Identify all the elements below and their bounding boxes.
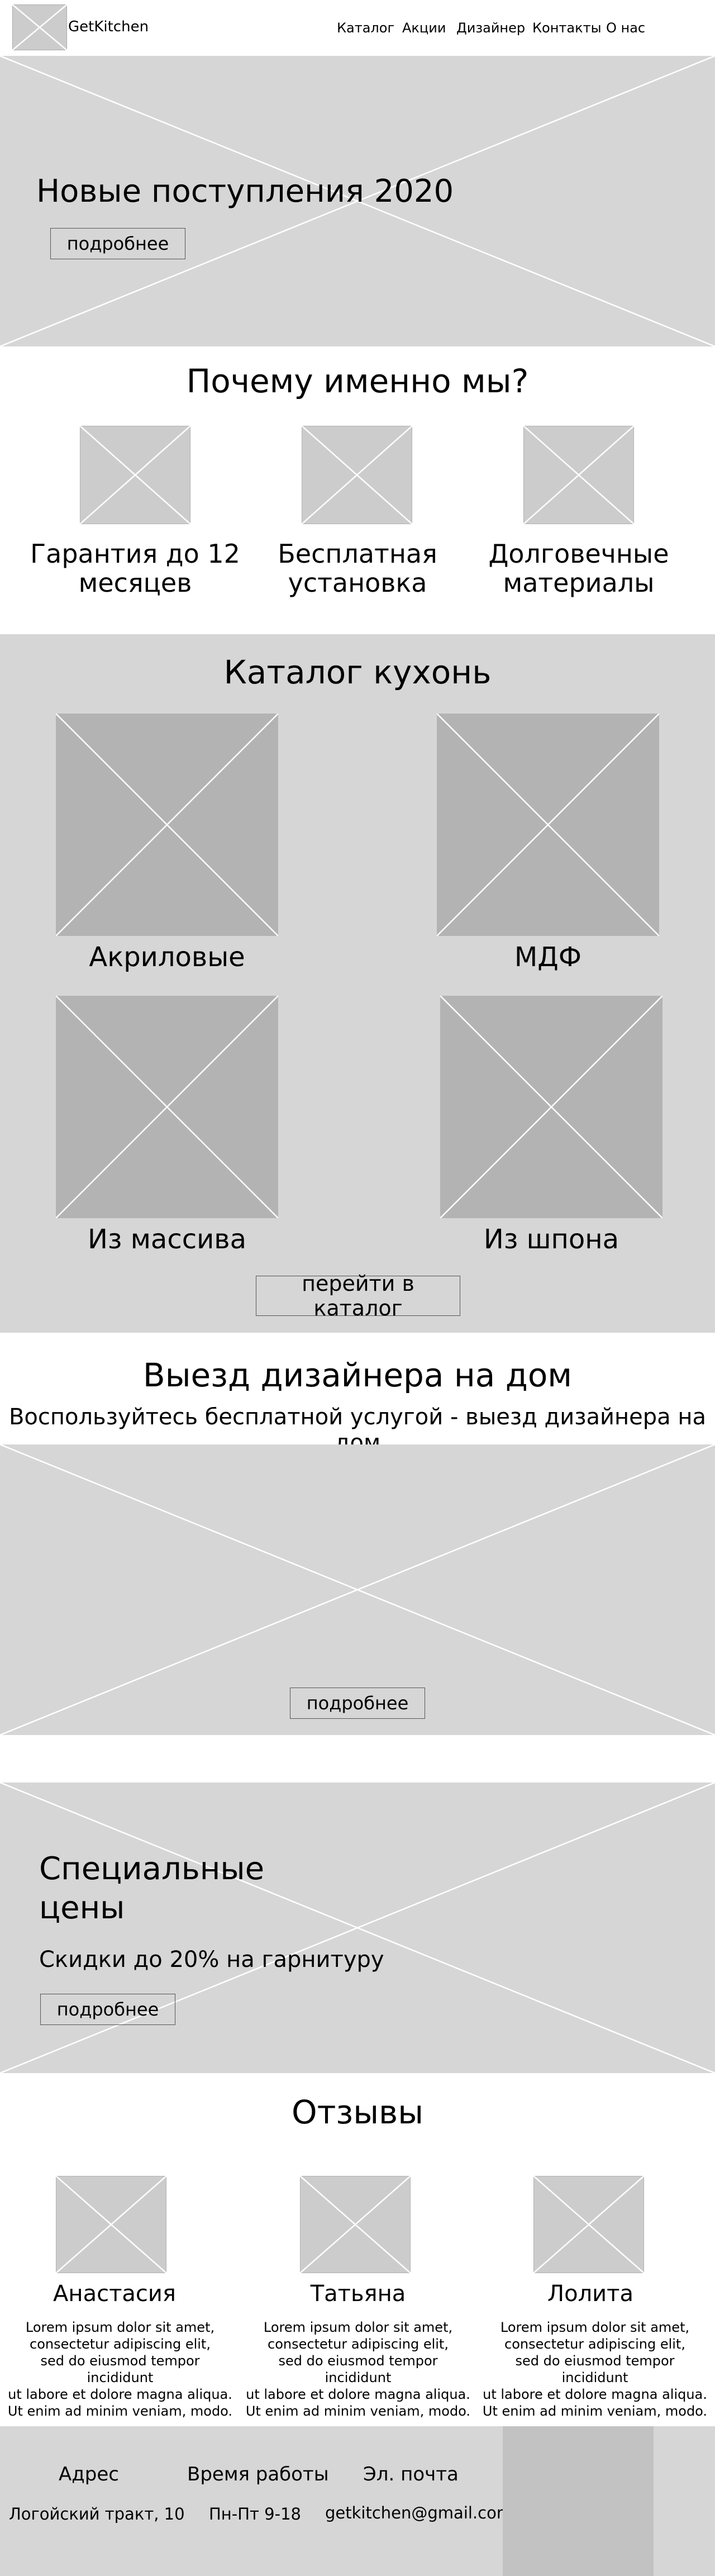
footer-hours-label: Время работы bbox=[187, 2463, 329, 2485]
special-more-button[interactable]: подробнее bbox=[40, 1994, 175, 2025]
special-prices-banner: Специальные цены Скидки до 20% на гарнит… bbox=[0, 1783, 715, 2073]
catalog-veneer-label[interactable]: Из шпона bbox=[440, 1224, 662, 1255]
designer-more-button[interactable]: подробнее bbox=[290, 1688, 425, 1719]
review-text-line: Lorem ipsum dolor sit amet, bbox=[263, 2320, 453, 2335]
review-text-line: sed do eiusmod tempor incididunt bbox=[515, 2353, 675, 2385]
hero-more-button[interactable]: подробнее bbox=[50, 228, 185, 259]
review-text-line: Ut enim ad minim veniam, modo. bbox=[245, 2403, 471, 2419]
catalog-solid-wood-image[interactable] bbox=[56, 996, 278, 1218]
review-text-line: Ut enim ad minim veniam, modo. bbox=[482, 2403, 708, 2419]
feature-warranty-label: Гарантия до 12 месяцев bbox=[25, 539, 246, 597]
nav-link-about[interactable]: О нас bbox=[606, 20, 645, 36]
review-tatiana-text: Lorem ipsum dolor sit amet, consectetur … bbox=[244, 2319, 473, 2420]
reviews-title: Отзывы bbox=[291, 2093, 424, 2131]
footer-map-placeholder[interactable] bbox=[503, 2426, 654, 2576]
nav-link-catalog[interactable]: Каталог bbox=[337, 20, 394, 36]
review-text-line: sed do eiusmod tempor incididunt bbox=[278, 2353, 438, 2385]
catalog-solid-wood-label[interactable]: Из массива bbox=[56, 1224, 278, 1255]
feature-installation-image bbox=[302, 426, 412, 524]
catalog-acrylic-image[interactable] bbox=[56, 714, 278, 936]
feature-warranty-line1: Гарантия до 12 bbox=[30, 539, 240, 569]
footer: Адрес Логойский тракт, 10 Время работы П… bbox=[0, 2426, 715, 2576]
review-text-line: Lorem ipsum dolor sit amet, bbox=[500, 2320, 690, 2335]
reviews-section: Отзывы Анастасия Lorem ipsum dolor sit a… bbox=[0, 2073, 715, 2426]
reviewer-anastasia-photo bbox=[56, 2176, 166, 2273]
feature-materials-line2: материалы bbox=[503, 568, 655, 598]
feature-warranty-image bbox=[80, 426, 190, 524]
nav-link-designer[interactable]: Дизайнер bbox=[456, 20, 525, 36]
hero-banner: Новые поступления 2020 подробнее bbox=[0, 56, 715, 346]
review-text-line: ut labore et dolore magna aliqua. bbox=[8, 2387, 232, 2402]
footer-email[interactable]: getkitchen@gmail.com bbox=[325, 2503, 512, 2522]
catalog-mdf-label[interactable]: МДФ bbox=[437, 942, 659, 973]
review-text-line: consectetur adipiscing elit, bbox=[30, 2336, 211, 2352]
section-spacer bbox=[0, 1735, 715, 1783]
feature-materials-image bbox=[523, 426, 634, 524]
reviewer-lolita-name: Лолита bbox=[547, 2281, 633, 2307]
brand-name[interactable]: GetKitchen bbox=[68, 18, 149, 35]
review-text-line: ut labore et dolore magna aliqua. bbox=[483, 2387, 707, 2402]
designer-section-header: Выезд дизайнера на дом Воспользуйтесь бе… bbox=[0, 1333, 715, 1444]
nav-link-promotions[interactable]: Акции bbox=[402, 20, 446, 36]
reviewer-tatiana-photo bbox=[300, 2176, 411, 2273]
designer-subtitle: Воспользуйтесь бесплатной услугой - выез… bbox=[8, 1404, 707, 1444]
review-text-line: consectetur adipiscing elit, bbox=[268, 2336, 449, 2352]
review-text-line: Lorem ipsum dolor sit amet, bbox=[25, 2320, 215, 2335]
feature-installation-label: Бесплатная установка bbox=[246, 539, 469, 597]
why-us-title: Почему именно мы? bbox=[186, 362, 529, 400]
special-subtitle: Скидки до 20% на гарнитуру bbox=[39, 1947, 384, 1973]
special-title: Специальные цены bbox=[39, 1850, 264, 1928]
reviewer-anastasia-name: Анастасия bbox=[53, 2281, 176, 2307]
feature-materials-label: Долговечные материалы bbox=[467, 539, 690, 597]
review-text-line: Ut enim ad minim veniam, modo. bbox=[7, 2403, 233, 2419]
feature-warranty-line2: месяцев bbox=[78, 568, 192, 598]
designer-title: Выезд дизайнера на дом bbox=[142, 1356, 573, 1394]
catalog-title: Каталог кухонь bbox=[223, 653, 492, 691]
reviewer-tatiana-name: Татьяна bbox=[310, 2281, 406, 2307]
review-text-line: consectetur adipiscing elit, bbox=[504, 2336, 685, 2352]
footer-address-label: Адрес bbox=[59, 2463, 119, 2485]
review-anastasia-text: Lorem ipsum dolor sit amet, consectetur … bbox=[6, 2319, 235, 2420]
feature-installation-line1: Бесплатная bbox=[278, 539, 437, 569]
catalog-veneer-image[interactable] bbox=[440, 996, 662, 1218]
catalog-mdf-image[interactable] bbox=[437, 714, 659, 936]
designer-banner: подробнее bbox=[0, 1444, 715, 1735]
reviewer-lolita-photo bbox=[533, 2176, 644, 2273]
header: GetKitchen Каталог Акции Дизайнер Контак… bbox=[0, 0, 715, 56]
feature-materials-line1: Долговечные bbox=[488, 539, 669, 569]
review-text-line: sed do eiusmod tempor incididunt bbox=[40, 2353, 200, 2385]
logo-image-placeholder[interactable] bbox=[12, 4, 67, 50]
nav-link-contacts[interactable]: Контакты bbox=[532, 20, 602, 36]
footer-address: Логойский тракт, 10 bbox=[9, 2504, 185, 2523]
footer-hours: Пн-Пт 9-18 bbox=[209, 2504, 301, 2523]
special-title-line1: Специальные bbox=[39, 1851, 265, 1887]
catalog-acrylic-label[interactable]: Акриловые bbox=[56, 942, 278, 973]
footer-email-label: Эл. почта bbox=[363, 2463, 459, 2485]
feature-installation-line2: установка bbox=[288, 568, 427, 598]
review-lolita-text: Lorem ipsum dolor sit amet, consectetur … bbox=[480, 2319, 709, 2420]
special-image-placeholder bbox=[0, 1783, 715, 2073]
go-to-catalog-button[interactable]: перейти в каталог bbox=[256, 1271, 460, 1320]
why-us-section: Почему именно мы? Гарантия до 12 месяцев… bbox=[0, 346, 715, 634]
catalog-section: Каталог кухонь Акриловые МДФ Из массива … bbox=[0, 634, 715, 1333]
hero-title: Новые поступления 2020 bbox=[36, 173, 454, 210]
special-title-line2: цены bbox=[39, 1890, 125, 1926]
review-text-line: ut labore et dolore magna aliqua. bbox=[246, 2387, 470, 2402]
